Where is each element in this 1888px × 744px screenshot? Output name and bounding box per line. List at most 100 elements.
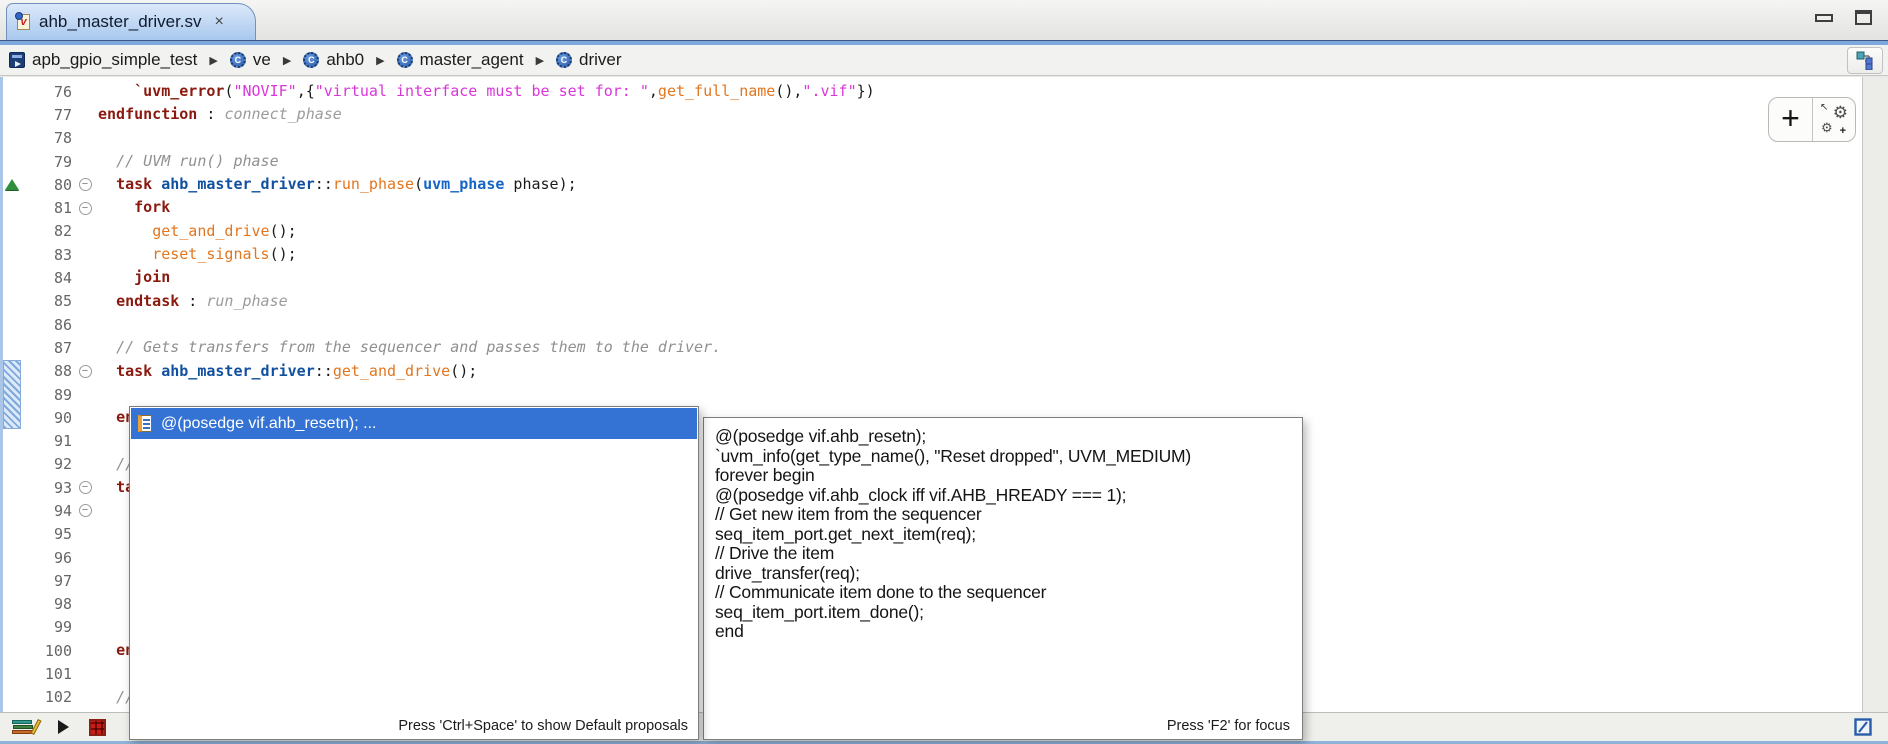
class-icon: C: [397, 52, 413, 68]
breadcrumb-item-driver[interactable]: Cdriver: [556, 50, 622, 70]
editor-line[interactable]: 83 reset_signals();: [0, 243, 1860, 266]
breadcrumb-item-ve[interactable]: Cve: [230, 50, 271, 70]
tab-ahb-master-driver[interactable]: v ahb_master_driver.sv ×: [6, 3, 256, 40]
editor-line[interactable]: 81− fork: [0, 196, 1860, 219]
line-number: 97: [22, 572, 72, 590]
code-text[interactable]: fork: [98, 196, 1860, 219]
editor-line[interactable]: 78: [0, 127, 1860, 150]
fold-collapse-icon[interactable]: −: [79, 504, 92, 517]
maximize-view-button[interactable]: [1855, 10, 1872, 25]
view-controls: [1815, 10, 1872, 25]
line-number: 84: [22, 269, 72, 287]
fold-collapse-icon[interactable]: −: [79, 178, 92, 191]
editor-line[interactable]: 88− task ahb_master_driver::get_and_driv…: [0, 360, 1860, 383]
line-number: 91: [22, 432, 72, 450]
preview-code-line: `uvm_info(get_type_name(), "Reset droppe…: [715, 447, 1302, 467]
plus-icon: +: [1840, 126, 1846, 137]
class-icon: C: [303, 52, 319, 68]
hierarchy-button[interactable]: [1847, 47, 1883, 74]
line-number: 76: [22, 83, 72, 101]
fold-collapse-icon[interactable]: −: [79, 481, 92, 494]
line-number: 98: [22, 595, 72, 613]
line-number: 78: [22, 129, 72, 147]
line-number: 77: [22, 106, 72, 124]
play-icon[interactable]: [58, 720, 69, 734]
editor-line[interactable]: 87 // Gets transfers from the sequencer …: [0, 336, 1860, 359]
code-text[interactable]: get_and_drive();: [98, 220, 1860, 243]
breadcrumb-label: ahb0: [326, 50, 364, 70]
line-number: 88: [22, 362, 72, 380]
breadcrumb-arrow-icon: ▶: [536, 54, 544, 67]
fold-column: −: [72, 202, 98, 215]
editor-line[interactable]: 84 join: [0, 266, 1860, 289]
proposal-item-selected[interactable]: @(posedge vif.ahb_resetn); ...: [131, 408, 697, 439]
editor-floating-toolbar: + ⚙ ⚙ ↖ +: [1768, 97, 1856, 142]
library-icon[interactable]: [12, 718, 38, 736]
line-number: 95: [22, 525, 72, 543]
code-text[interactable]: // UVM run() phase: [98, 150, 1860, 173]
hierarchy-icon: [1856, 51, 1875, 70]
code-text[interactable]: join: [98, 266, 1860, 289]
fold-collapse-icon[interactable]: −: [79, 202, 92, 215]
gear-icon: ⚙: [1833, 104, 1848, 121]
minimize-view-button[interactable]: [1815, 14, 1833, 22]
fold-collapse-icon[interactable]: −: [79, 365, 92, 378]
preview-code-line: drive_transfer(req);: [715, 564, 1302, 584]
line-number: 85: [22, 292, 72, 310]
template-preview-popup: @(posedge vif.ahb_resetn);`uvm_info(get_…: [703, 417, 1303, 740]
editor-line[interactable]: 82 get_and_drive();: [0, 220, 1860, 243]
code-text[interactable]: reset_signals();: [98, 243, 1860, 266]
breadcrumb-item-master_agent[interactable]: Cmaster_agent: [397, 50, 524, 70]
preview-code-line: forever begin: [715, 466, 1302, 486]
proposal-footer-hint: Press 'Ctrl+Space' to show Default propo…: [398, 718, 688, 734]
fold-column: −: [72, 504, 98, 517]
line-number: 86: [22, 316, 72, 334]
overview-ruler[interactable]: [1862, 77, 1888, 712]
line-number: 93: [22, 479, 72, 497]
preview-code-line: seq_item_port.item_done();: [715, 603, 1302, 623]
add-button[interactable]: +: [1769, 98, 1812, 141]
gear-icon: ⚙: [1821, 121, 1833, 134]
editor-line[interactable]: 85 endtask : run_phase: [0, 290, 1860, 313]
editor-line[interactable]: 77 endfunction : connect_phase: [0, 103, 1860, 126]
code-text[interactable]: endfunction : connect_phase: [98, 103, 1860, 126]
code-text[interactable]: task ahb_master_driver::get_and_drive();: [98, 360, 1860, 383]
preview-code-line: @(posedge vif.ahb_clock iff vif.AHB_HREA…: [715, 486, 1302, 506]
breadcrumb: apb_gpio_simple_test▶Cve▶Cahb0▶Cmaster_a…: [0, 45, 1888, 76]
line-number: 102: [22, 688, 72, 706]
class-icon: C: [556, 52, 572, 68]
preview-code-line: // Get new item from the sequencer: [715, 505, 1302, 525]
line-number: 99: [22, 618, 72, 636]
settings-button[interactable]: ⚙ ⚙ ↖ +: [1812, 98, 1855, 141]
grid-icon[interactable]: [89, 719, 106, 736]
breadcrumb-label: ve: [253, 50, 271, 70]
line-number: 90: [22, 409, 72, 427]
code-text[interactable]: task ahb_master_driver::run_phase(uvm_ph…: [98, 173, 1860, 196]
systemverilog-file-icon: v: [17, 14, 30, 30]
breadcrumb-label: apb_gpio_simple_test: [32, 50, 197, 70]
line-number: 96: [22, 549, 72, 567]
code-text[interactable]: endtask : run_phase: [98, 290, 1860, 313]
fold-column: −: [72, 365, 98, 378]
code-text[interactable]: // Gets transfers from the sequencer and…: [98, 336, 1860, 359]
line-number: 94: [22, 502, 72, 520]
code-text[interactable]: `uvm_error("NOVIF",{"virtual interface m…: [98, 80, 1860, 103]
template-icon: [138, 415, 152, 432]
editor-line[interactable]: 76 `uvm_error("NOVIF",{"virtual interfac…: [0, 80, 1860, 103]
tab-close-icon[interactable]: ×: [215, 14, 224, 30]
preview-code: @(posedge vif.ahb_resetn);`uvm_info(get_…: [715, 427, 1302, 642]
breadcrumb-item-ahb0[interactable]: Cahb0: [303, 50, 364, 70]
breadcrumb-arrow-icon: ▶: [376, 54, 384, 67]
line-number: 79: [22, 153, 72, 171]
preview-code-line: seq_item_port.get_next_item(req);: [715, 525, 1302, 545]
editor-line[interactable]: 89: [0, 383, 1860, 406]
ide-window: v ahb_master_driver.sv × apb_gpio_simple…: [0, 0, 1888, 744]
dvt-status-icon[interactable]: [1854, 718, 1872, 741]
breadcrumb-item-apb_gpio_simple_test[interactable]: apb_gpio_simple_test: [9, 50, 197, 70]
tab-title: ahb_master_driver.sv: [39, 12, 202, 32]
line-number: 92: [22, 455, 72, 473]
editor-line[interactable]: 80− task ahb_master_driver::run_phase(uv…: [0, 173, 1860, 196]
editor-line[interactable]: 86: [0, 313, 1860, 336]
editor-line[interactable]: 79 // UVM run() phase: [0, 150, 1860, 173]
line-number: 83: [22, 246, 72, 264]
